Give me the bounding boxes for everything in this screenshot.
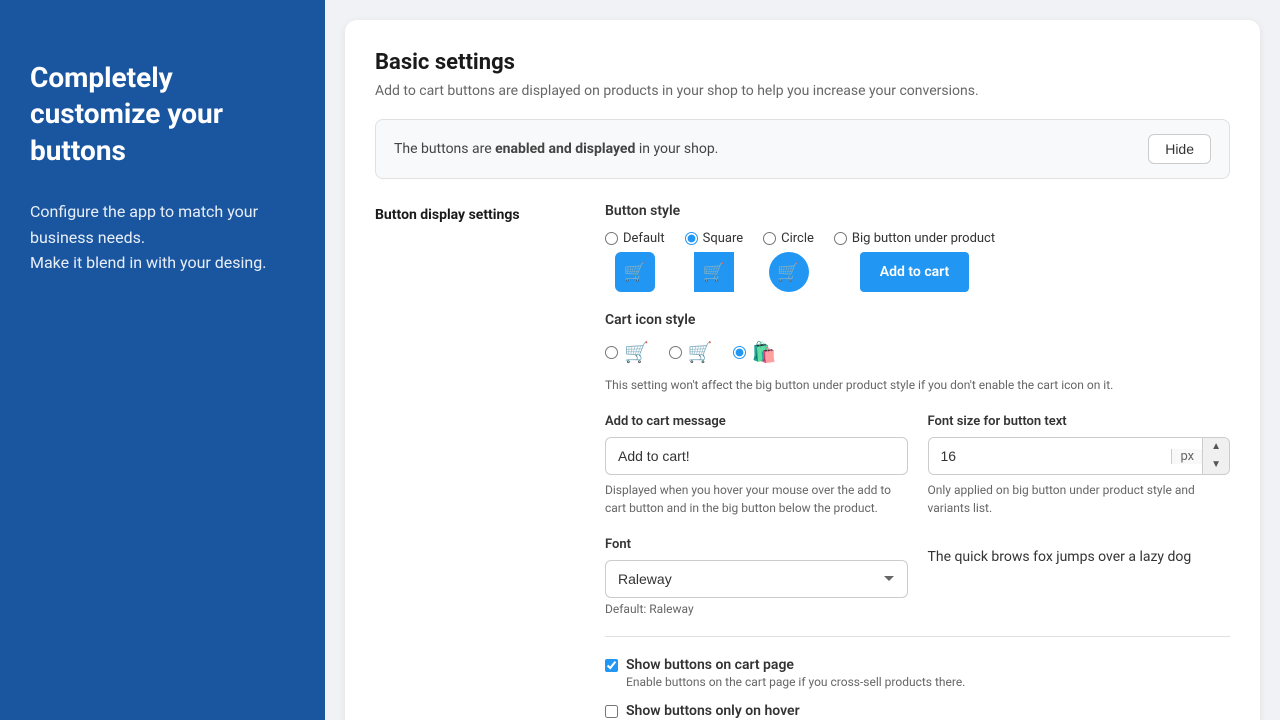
cart-icon-option-2[interactable]: 🛒 <box>669 340 713 364</box>
show-on-cart-label-group: Show buttons on cart page Enable buttons… <box>626 657 965 689</box>
cart-icon-option-3[interactable]: 🛍️ <box>733 340 777 364</box>
font-size-input-wrapper: px ▲ ▼ <box>928 437 1231 475</box>
style-option-default: Default 🛒 <box>605 231 665 292</box>
cart-icon-note: This setting won't affect the big button… <box>605 376 1230 394</box>
font-size-up-button[interactable]: ▲ <box>1203 438 1229 456</box>
cart-icon-radio-1[interactable] <box>605 346 618 359</box>
style-radio-big[interactable] <box>834 232 847 245</box>
style-option-circle: Circle 🛒 <box>763 231 814 292</box>
add-to-cart-message-group: Add to cart message Displayed when you h… <box>605 414 908 517</box>
font-size-label: Font size for button text <box>928 414 1231 429</box>
message-fontsize-row: Add to cart message Displayed when you h… <box>605 414 1230 517</box>
left-headline: Completely customize your buttons <box>30 60 295 169</box>
hide-button[interactable]: Hide <box>1148 134 1211 164</box>
font-size-group: Font size for button text px ▲ ▼ Only ap… <box>928 414 1231 517</box>
style-label-circle[interactable]: Circle <box>763 231 814 246</box>
button-style-section-title: Button style <box>605 203 1230 219</box>
settings-card: Basic settings Add to cart buttons are d… <box>345 20 1260 720</box>
cart-icon-option-1[interactable]: 🛒 <box>605 340 649 364</box>
font-preview: The quick brows fox jumps over a lazy do… <box>928 537 1231 568</box>
settings-content: Button style Default 🛒 Square <box>605 203 1230 720</box>
show-on-hover-label-group: Show buttons only on hover The buttons w… <box>626 703 988 720</box>
style-label-square[interactable]: Square <box>685 231 744 246</box>
cart-icon-row: 🛒 🛒 🛍️ <box>605 340 1230 364</box>
preview-default: 🛒 <box>615 252 655 292</box>
button-display-settings-label: Button display settings <box>375 207 575 223</box>
px-unit-label: px <box>1171 449 1202 464</box>
button-style-row: Default 🛒 Square 🛒 C <box>605 231 1230 292</box>
info-banner: The buttons are enabled and displayed in… <box>375 119 1230 179</box>
font-size-down-button[interactable]: ▼ <box>1203 456 1229 474</box>
show-on-cart-label: Show buttons on cart page <box>626 657 965 673</box>
message-desc: Displayed when you hover your mouse over… <box>605 481 908 517</box>
settings-label-col: Button display settings <box>375 203 575 720</box>
cart-icon-radio-2[interactable] <box>669 346 682 359</box>
settings-section: Button display settings Button style Def… <box>375 203 1230 720</box>
show-on-cart-row: Show buttons on cart page Enable buttons… <box>605 657 1230 689</box>
left-panel: Completely customize your buttons Config… <box>0 0 325 720</box>
font-select-wrapper: Font Raleway Arial Georgia Default: Rale… <box>605 537 908 616</box>
show-on-hover-checkbox[interactable] <box>605 705 618 718</box>
card-title: Basic settings <box>375 50 1230 75</box>
show-on-cart-checkbox[interactable] <box>605 659 618 672</box>
style-radio-square[interactable] <box>685 232 698 245</box>
font-default-text: Default: Raleway <box>605 602 908 616</box>
show-on-cart-desc: Enable buttons on the cart page if you c… <box>626 675 965 689</box>
font-size-input[interactable] <box>929 438 1172 474</box>
divider-1 <box>605 636 1230 637</box>
cart-icon-1: 🛒 <box>624 340 649 364</box>
cart-icon-3: 🛍️ <box>752 340 777 364</box>
card-subtitle: Add to cart buttons are displayed on pro… <box>375 83 1230 99</box>
style-radio-default[interactable] <box>605 232 618 245</box>
preview-big: Add to cart <box>860 252 969 292</box>
right-panel: Basic settings Add to cart buttons are d… <box>325 0 1280 720</box>
cart-icon-section-title: Cart icon style <box>605 312 1230 328</box>
preview-circle: 🛒 <box>769 252 809 292</box>
style-option-big: Big button under product Add to cart <box>834 231 995 292</box>
px-arrows: ▲ ▼ <box>1202 438 1229 474</box>
message-input[interactable] <box>605 437 908 475</box>
cart-icon-2: 🛒 <box>688 340 713 364</box>
show-on-hover-row: Show buttons only on hover The buttons w… <box>605 703 1230 720</box>
message-label: Add to cart message <box>605 414 908 429</box>
font-select[interactable]: Raleway Arial Georgia <box>605 560 908 598</box>
style-label-default[interactable]: Default <box>605 231 665 246</box>
style-option-square: Square 🛒 <box>685 231 744 292</box>
left-description: Configure the app to match your business… <box>30 199 295 276</box>
style-label-big[interactable]: Big button under product <box>834 231 995 246</box>
font-row: Font Raleway Arial Georgia Default: Rale… <box>605 537 1230 616</box>
style-radio-circle[interactable] <box>763 232 776 245</box>
font-label: Font <box>605 537 908 552</box>
preview-square: 🛒 <box>694 252 734 292</box>
cart-icon-radio-3[interactable] <box>733 346 746 359</box>
banner-text: The buttons are enabled and displayed in… <box>394 141 718 157</box>
show-on-hover-label: Show buttons only on hover <box>626 703 988 719</box>
font-size-desc: Only applied on big button under product… <box>928 481 1231 517</box>
